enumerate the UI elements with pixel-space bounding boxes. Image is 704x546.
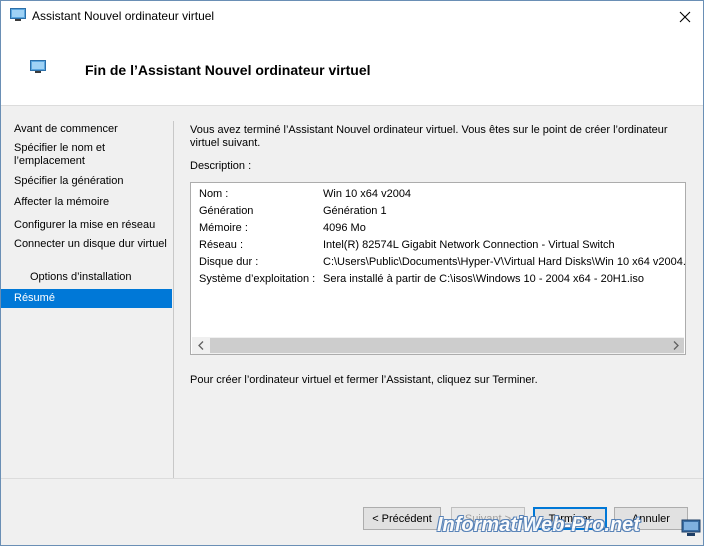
nav-item-memory[interactable]: Affecter la mémoire xyxy=(1,196,172,209)
watermark-logo-icon xyxy=(681,519,701,536)
title-bar: Assistant Nouvel ordinateur virtuel xyxy=(1,1,703,32)
cancel-button[interactable]: Annuler xyxy=(614,507,688,530)
nav-item-networking[interactable]: Configurer la mise en réseau xyxy=(1,219,172,232)
description-key: Mémoire : xyxy=(199,222,248,234)
wizard-nav: Avant de commencer Spécifier le nom et l… xyxy=(1,106,172,478)
window-title: Assistant Nouvel ordinateur virtuel xyxy=(32,9,215,23)
nav-item-install-options[interactable]: Options d’installation xyxy=(1,271,172,284)
nav-item-before-you-begin[interactable]: Avant de commencer xyxy=(1,123,172,136)
description-key: Disque dur : xyxy=(199,256,259,268)
chevron-left-icon xyxy=(197,341,203,350)
intro-text: Vous avez terminé l’Assistant Nouvel ord… xyxy=(190,124,668,149)
description-value: Win 10 x64 v2004 xyxy=(323,188,412,200)
close-button[interactable] xyxy=(667,1,703,32)
wizard-heading: Fin de l’Assistant Nouvel ordinateur vir… xyxy=(85,62,371,78)
description-value: C:\Users\Public\Documents\Hyper-V\Virtua… xyxy=(323,256,686,268)
chevron-right-icon xyxy=(673,341,679,350)
footer-divider xyxy=(1,478,703,479)
scroll-right-button[interactable] xyxy=(667,337,684,354)
scroll-thumb[interactable] xyxy=(210,338,684,353)
nav-item-generation[interactable]: Spécifier la génération xyxy=(1,175,172,188)
description-value: 4096 Mo xyxy=(323,222,366,234)
description-value: Intel(R) 82574L Gigabit Network Connecti… xyxy=(323,239,615,251)
virtual-machine-icon xyxy=(30,60,46,73)
finish-button[interactable]: Terminer xyxy=(533,507,607,530)
previous-button[interactable]: < Précédent xyxy=(363,507,441,530)
description-key: Réseau : xyxy=(199,239,244,251)
description-value: Génération 1 xyxy=(323,205,387,217)
description-value: Sera installé à partir de C:\isos\Window… xyxy=(323,273,644,285)
nav-item-name-location[interactable]: Spécifier le nom et l’emplacement xyxy=(1,142,172,168)
description-label: Description : xyxy=(190,160,252,172)
wizard-window: Assistant Nouvel ordinateur virtuel Fin … xyxy=(0,0,704,546)
scroll-left-button[interactable] xyxy=(192,337,209,354)
description-key: Nom : xyxy=(199,188,229,200)
finish-instructions: Pour créer l’ordinateur virtuel et ferme… xyxy=(190,374,538,386)
wizard-header: Fin de l’Assistant Nouvel ordinateur vir… xyxy=(1,32,703,106)
description-key: Système d’exploitation : xyxy=(199,273,316,285)
nav-divider xyxy=(173,121,174,478)
virtual-machine-icon xyxy=(10,8,26,21)
horizontal-scrollbar[interactable] xyxy=(192,337,684,354)
close-icon xyxy=(679,11,691,22)
nav-item-summary[interactable]: Résumé xyxy=(1,289,172,308)
next-button[interactable]: Suivant > xyxy=(451,507,525,530)
description-key: Génération xyxy=(199,205,254,217)
description-box[interactable]: Nom : Win 10 x64 v2004 Génération Généra… xyxy=(190,182,686,355)
nav-item-virtual-disk[interactable]: Connecter un disque dur virtuel xyxy=(1,238,172,251)
